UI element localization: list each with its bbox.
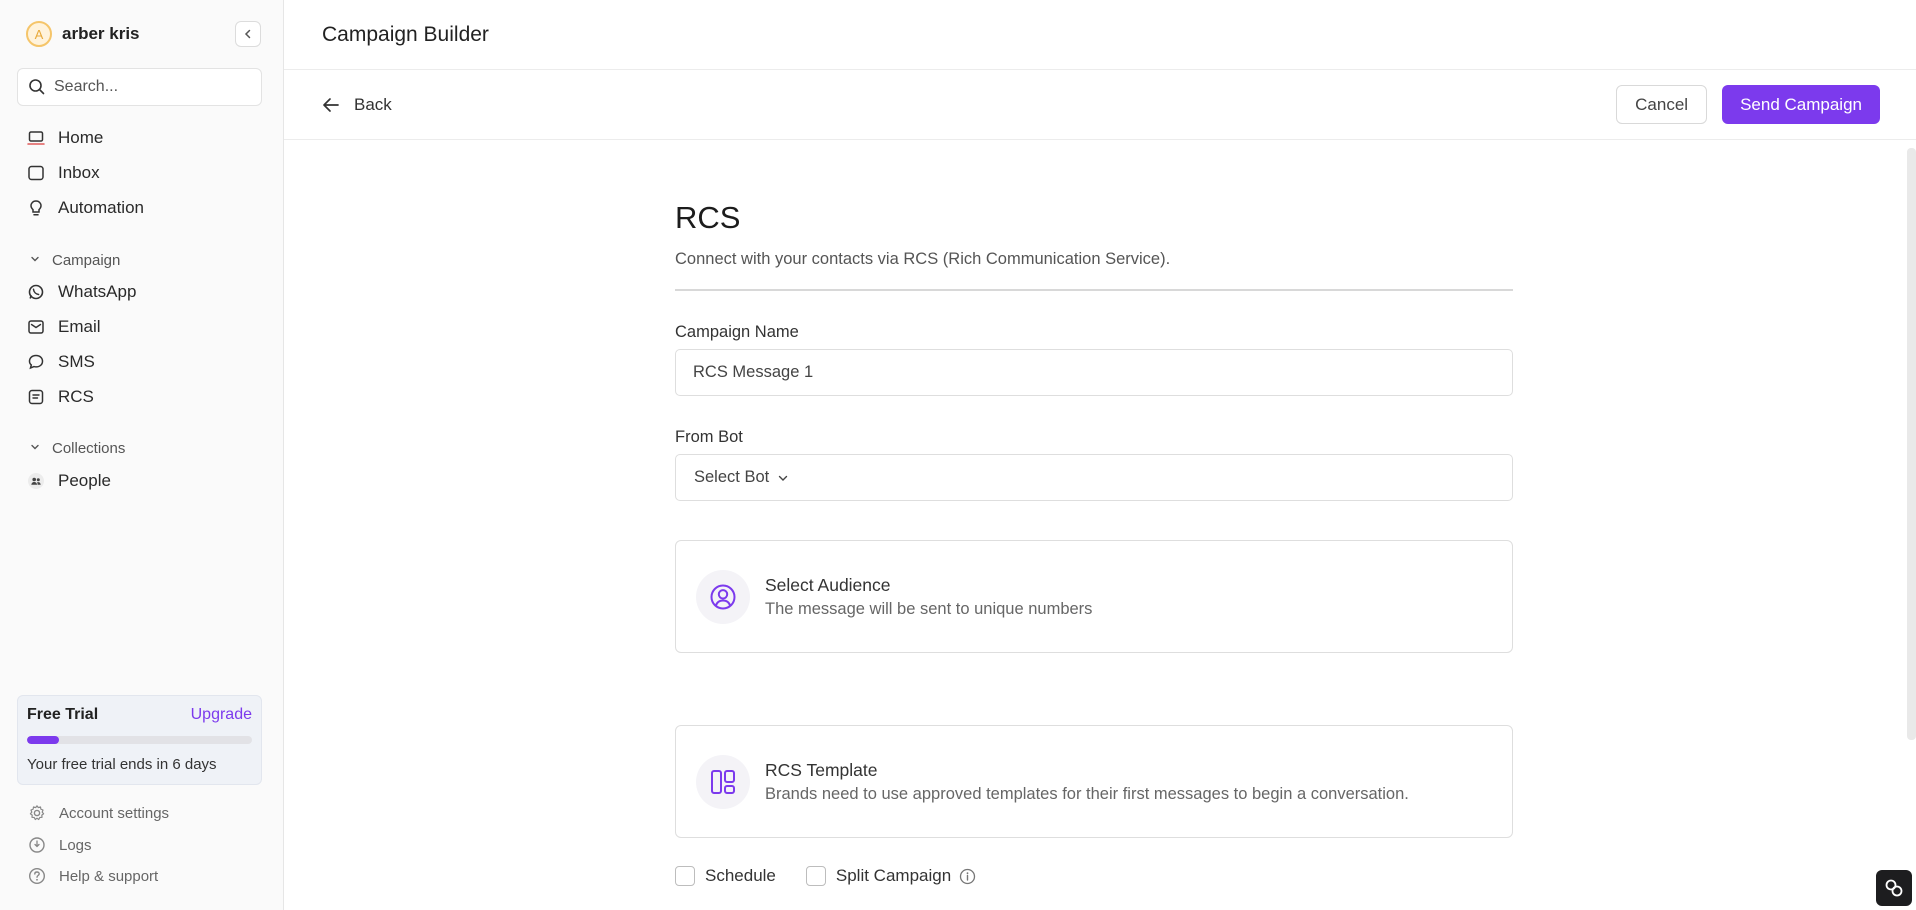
arrow-left-icon: [323, 97, 339, 112]
sidebar-item-label: Home: [58, 128, 104, 147]
page-title: Campaign Builder: [322, 22, 489, 46]
trial-title: Free Trial: [27, 706, 99, 723]
trial-progress-bar: [27, 736, 252, 744]
account-settings-link[interactable]: Account settings: [27, 800, 169, 826]
mail-icon: [26, 317, 46, 337]
from-bot-label: From Bot: [675, 428, 743, 446]
trial-remaining-text: Your free trial ends in 6 days: [27, 756, 217, 773]
help-icon: [27, 866, 47, 886]
sidebar-item-label: Inbox: [58, 163, 100, 182]
info-icon[interactable]: [959, 868, 976, 885]
sidebar-item-label: Automation: [58, 198, 144, 217]
lightbulb-icon: [26, 198, 46, 218]
people-icon: [26, 471, 46, 491]
sidebar: A arber kris Home Inbox Automation Campa…: [0, 0, 284, 910]
footer-item-label: Account settings: [59, 804, 170, 822]
user-name: arber kris: [62, 24, 140, 43]
user-row[interactable]: A arber kris: [26, 20, 261, 48]
search-box[interactable]: [17, 68, 262, 106]
whatsapp-icon: [26, 282, 46, 302]
link-icon: [1885, 879, 1903, 897]
back-button[interactable]: Back: [322, 95, 392, 115]
sidebar-item-sms[interactable]: SMS: [26, 347, 95, 377]
select-audience-card[interactable]: Select Audience The message will be sent…: [675, 540, 1513, 653]
chevron-down-icon: [30, 442, 40, 455]
section-label: Campaign: [52, 251, 121, 269]
user-circle-icon: [696, 569, 750, 624]
sidebar-item-label: Email: [58, 317, 101, 336]
scrollbar[interactable]: [1907, 148, 1916, 740]
search-input[interactable]: [54, 78, 244, 96]
avatar: A: [26, 21, 52, 47]
sidebar-item-automation[interactable]: Automation: [26, 193, 144, 223]
sidebar-item-people[interactable]: People: [26, 466, 111, 496]
sidebar-item-whatsapp[interactable]: WhatsApp: [26, 277, 136, 307]
split-campaign-label: Split Campaign: [835, 866, 952, 885]
select-bot-value: Select Bot: [694, 468, 770, 486]
sidebar-item-home[interactable]: Home: [26, 123, 103, 153]
checkbox-box[interactable]: [675, 866, 695, 886]
logs-link[interactable]: Logs: [27, 832, 92, 858]
audience-description: The message will be sent to unique numbe…: [765, 599, 1093, 618]
collections-section-toggle[interactable]: Collections: [30, 436, 125, 460]
form-subheading: Connect with your contacts via RCS (Rich…: [675, 250, 1171, 268]
chevron-left-icon: [244, 29, 251, 39]
upgrade-link[interactable]: Upgrade: [191, 706, 252, 724]
trial-progress-fill: [27, 736, 59, 744]
action-bar: Back Cancel Send Campaign: [284, 70, 1916, 140]
rcs-template-card[interactable]: RCS Template Brands need to use approved…: [675, 725, 1513, 838]
gear-icon: [27, 803, 47, 823]
free-trial-card: Free Trial Upgrade Your free trial ends …: [17, 695, 262, 785]
send-campaign-button[interactable]: Send Campaign: [1722, 85, 1880, 124]
laptop-icon: [26, 128, 46, 148]
audience-title: Select Audience: [765, 574, 891, 595]
sidebar-item-rcs[interactable]: RCS: [26, 382, 94, 412]
split-campaign-checkbox[interactable]: Split Campaign: [805, 866, 976, 886]
cancel-button[interactable]: Cancel: [1616, 85, 1708, 124]
options-row: Schedule Split Campaign: [675, 866, 1513, 886]
sidebar-item-label: SMS: [58, 352, 95, 371]
chevron-down-icon: [30, 254, 40, 267]
logs-icon: [27, 835, 47, 855]
sidebar-item-inbox[interactable]: Inbox: [26, 158, 100, 188]
template-description: Brands need to use approved templates fo…: [765, 784, 1409, 803]
form-heading: RCS: [675, 200, 741, 235]
main-area: Campaign Builder Back Cancel Send Campai…: [284, 0, 1916, 910]
schedule-label: Schedule: [705, 866, 776, 885]
chat-bubble-icon: [26, 352, 46, 372]
inbox-icon: [26, 163, 46, 183]
checkbox-box[interactable]: [805, 866, 826, 886]
top-bar: Campaign Builder: [284, 0, 1916, 70]
rcs-form: RCS Connect with your contacts via RCS (…: [675, 200, 1513, 886]
template-layout-icon: [696, 754, 750, 809]
campaign-section-toggle[interactable]: Campaign: [30, 248, 120, 272]
section-label: Collections: [52, 439, 126, 457]
link-widget-button[interactable]: [1876, 870, 1912, 906]
back-label: Back: [354, 94, 392, 114]
campaign-name-input[interactable]: RCS Message 1: [675, 349, 1513, 396]
sidebar-item-label: People: [58, 471, 111, 490]
help-support-link[interactable]: Help & support: [27, 863, 158, 889]
collapse-sidebar-button[interactable]: [235, 21, 261, 47]
chevron-down-icon: [779, 475, 788, 481]
from-bot-select[interactable]: Select Bot: [675, 454, 1513, 501]
template-title: RCS Template: [765, 759, 878, 780]
divider: [675, 289, 1513, 291]
message-square-icon: [26, 387, 46, 407]
sidebar-item-label: RCS: [58, 387, 94, 406]
search-icon: [29, 79, 45, 95]
sidebar-item-label: WhatsApp: [58, 282, 137, 301]
footer-item-label: Help & support: [59, 867, 159, 885]
sidebar-item-email[interactable]: Email: [26, 312, 101, 342]
schedule-checkbox[interactable]: Schedule: [675, 866, 776, 886]
footer-item-label: Logs: [59, 836, 92, 854]
campaign-name-label: Campaign Name: [675, 323, 799, 341]
